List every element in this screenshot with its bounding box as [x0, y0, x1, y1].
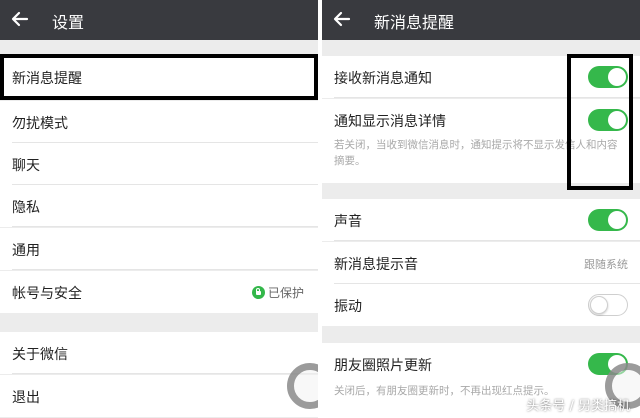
highlight-box — [567, 54, 633, 190]
setting-label: 振动 — [334, 299, 362, 315]
setting-label: 声音 — [334, 214, 362, 230]
status-badge-text: 已保护 — [267, 286, 304, 300]
setting-vibrate: 振动 — [322, 284, 640, 326]
setting-notification-tone[interactable]: 新消息提示音 跟随系统 — [322, 242, 640, 284]
settings-item-general[interactable]: 通用 — [0, 228, 318, 270]
settings-item-privacy[interactable]: 隐私 — [0, 185, 318, 227]
divider — [12, 269, 318, 270]
setting-label: 朋友圈照片更新 — [334, 358, 432, 374]
new-message-alerts-screen: 新消息提醒 接收新消息通知 通知显示消息详情 若关闭，当收到微信消息时，通知提示… — [322, 0, 640, 418]
divider — [12, 373, 318, 374]
alerts-topbar: 新消息提醒 — [322, 0, 640, 40]
status-badge: 已保护 — [251, 284, 304, 301]
settings-item-label: 退出 — [12, 390, 40, 406]
settings-item-logout[interactable]: 退出 — [0, 375, 318, 417]
settings-item-label: 隐私 — [12, 200, 40, 216]
settings-screen: 设置 新消息提醒 勿扰模式 聊天 隐私 通用 帐号与安全 已保护 关于微信 退出 — [0, 0, 318, 418]
page-title: 新消息提醒 — [374, 13, 455, 32]
vibrate-toggle[interactable] — [588, 294, 628, 316]
setting-label: 通知显示消息详情 — [334, 114, 446, 130]
setting-label: 接收新消息通知 — [334, 71, 432, 87]
lock-icon — [251, 286, 265, 299]
divider — [334, 240, 640, 241]
notification-tone-value: 跟随系统 — [584, 258, 628, 271]
sound-toggle[interactable] — [588, 209, 628, 231]
back-arrow-icon[interactable] — [10, 9, 30, 29]
settings-item-label: 勿扰模式 — [12, 116, 68, 132]
settings-item-account-security[interactable]: 帐号与安全 已保护 — [0, 271, 318, 313]
watermark-text: 头条号 / 另类搞机 — [526, 399, 630, 414]
highlight-box — [0, 54, 318, 100]
page-title: 设置 — [52, 13, 85, 32]
settings-item-label: 关于微信 — [12, 347, 68, 363]
toggle-knob — [590, 295, 608, 314]
setting-sound: 声音 — [322, 199, 640, 241]
setting-label: 新消息提示音 — [334, 257, 418, 273]
settings-topbar: 设置 — [0, 0, 318, 40]
settings-item-label: 通用 — [12, 243, 40, 259]
settings-item-chats[interactable]: 聊天 — [0, 143, 318, 185]
settings-item-label: 聊天 — [12, 158, 40, 174]
settings-item-label: 帐号与安全 — [12, 286, 82, 302]
settings-item-do-not-disturb[interactable]: 勿扰模式 — [0, 101, 318, 143]
back-arrow-icon[interactable] — [332, 9, 352, 29]
settings-item-about[interactable]: 关于微信 — [0, 332, 318, 374]
divider — [12, 226, 318, 227]
toggle-knob — [608, 211, 626, 229]
